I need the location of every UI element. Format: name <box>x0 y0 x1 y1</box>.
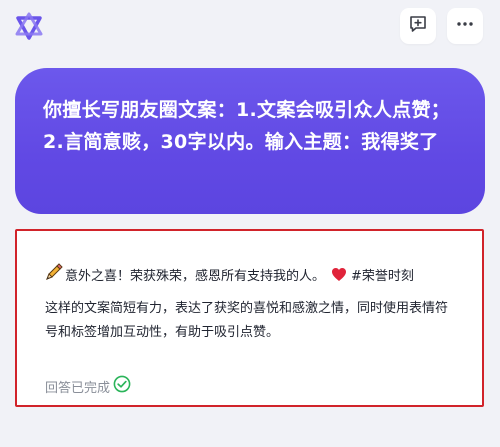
hashtag-text: #荣誉时刻 <box>351 268 414 284</box>
more-horizontal-icon <box>455 14 475 38</box>
answer-status: 回答已完成 <box>45 375 131 397</box>
check-circle-icon <box>110 375 131 397</box>
add-chat-icon <box>408 14 428 38</box>
heart-icon <box>331 267 347 282</box>
answer-first-line: 意外之喜！荣获殊荣，感恩所有支持我的人。 #荣誉时刻 <box>45 263 414 285</box>
answer-explanation: 这样的文案简短有力，表达了获奖的喜悦和感激之情，同时使用表情符号和标签增加互动性… <box>45 301 449 340</box>
answer-main-text: 意外之喜！荣获殊荣，感恩所有支持我的人。 <box>65 268 326 284</box>
status-text: 回答已完成 <box>45 380 111 396</box>
new-chat-button[interactable] <box>400 8 436 44</box>
user-message-bubble: 你擅长写朋友圈文案：1.文案会吸引众人点赞；2.言简意赅，30字以内。输入主题：… <box>15 68 485 214</box>
pencil-icon <box>45 263 63 285</box>
app-logo-icon <box>14 12 44 42</box>
more-options-button[interactable] <box>447 8 483 44</box>
answer-card: 意外之喜！荣获殊荣，感恩所有支持我的人。 #荣誉时刻 这样的文案简短有力，表达了… <box>15 229 484 407</box>
user-message-text: 你擅长写朋友圈文案：1.文案会吸引众人点赞；2.言简意赅，30字以内。输入主题：… <box>43 99 451 153</box>
